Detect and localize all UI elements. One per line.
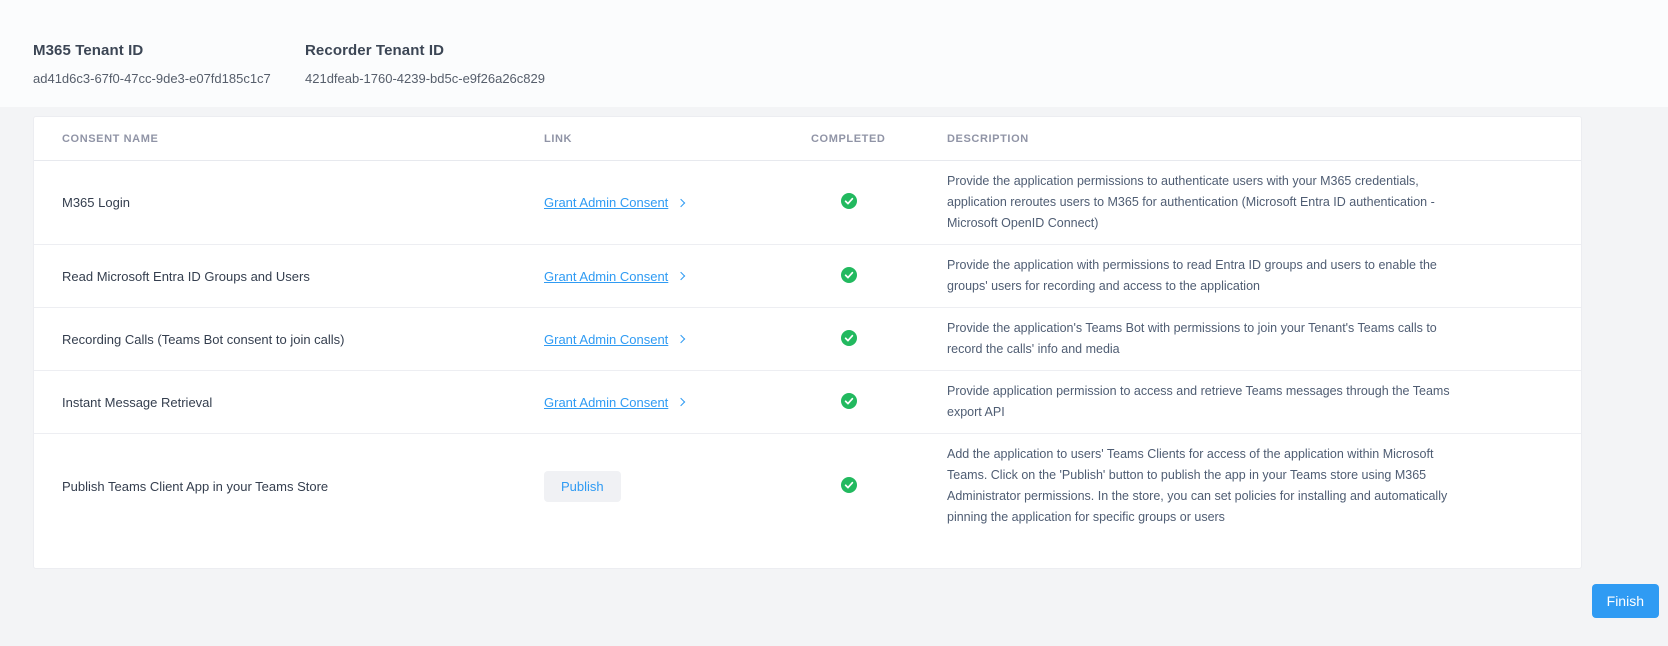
footer-actions: Finish: [0, 584, 1659, 618]
grant-admin-consent-link[interactable]: Grant Admin Consent: [544, 195, 684, 210]
completed-cell: [811, 371, 947, 434]
completed-check-icon: [841, 477, 857, 493]
consent-name: Instant Message Retrieval: [34, 371, 544, 434]
grant-admin-consent-link-label: Grant Admin Consent: [544, 195, 668, 210]
m365-tenant-id-label: M365 Tenant ID: [33, 42, 275, 59]
link-cell: Grant Admin Consent: [544, 371, 811, 434]
consents-card: CONSENT NAME LINK COMPLETED DESCRIPTION …: [33, 116, 1582, 569]
consent-name: M365 Login: [34, 161, 544, 245]
consent-name: Publish Teams Client App in your Teams S…: [34, 434, 544, 539]
consent-description: Provide application permission to access…: [947, 371, 1581, 434]
column-header-description: DESCRIPTION: [947, 117, 1581, 161]
chevron-right-icon: [677, 272, 685, 280]
table-row-publish-teams-app: Publish Teams Client App in your Teams S…: [34, 434, 1581, 539]
chevron-right-icon: [677, 198, 685, 206]
column-header-consent-name: CONSENT NAME: [34, 117, 544, 161]
grant-admin-consent-link[interactable]: Grant Admin Consent: [544, 332, 684, 347]
table-header-row: CONSENT NAME LINK COMPLETED DESCRIPTION: [34, 117, 1581, 161]
recorder-tenant-block: Recorder Tenant ID 421dfeab-1760-4239-bd…: [305, 42, 577, 107]
m365-tenant-block: M365 Tenant ID ad41d6c3-67f0-47cc-9de3-e…: [33, 42, 305, 107]
completed-cell: [811, 161, 947, 245]
table-row-m365-login: M365 Login Grant Admin Consent Provide t…: [34, 161, 1581, 245]
m365-tenant-id-value: ad41d6c3-67f0-47cc-9de3-e07fd185c1c7: [33, 71, 275, 86]
tenant-info-section: M365 Tenant ID ad41d6c3-67f0-47cc-9de3-e…: [0, 0, 1668, 107]
page: { "tenants": [ { "label": "M365 Tenant I…: [0, 0, 1668, 646]
consent-description: Provide the application with permissions…: [947, 245, 1581, 308]
completed-cell: [811, 245, 947, 308]
grant-admin-consent-link-label: Grant Admin Consent: [544, 269, 668, 284]
recorder-tenant-id-value: 421dfeab-1760-4239-bd5c-e9f26a26c829: [305, 71, 547, 86]
table-row-recording-calls: Recording Calls (Teams Bot consent to jo…: [34, 308, 1581, 371]
finish-button[interactable]: Finish: [1592, 584, 1659, 618]
link-cell: Grant Admin Consent: [544, 245, 811, 308]
consent-description: Provide the application's Teams Bot with…: [947, 308, 1581, 371]
grant-admin-consent-link[interactable]: Grant Admin Consent: [544, 269, 684, 284]
link-cell: Publish: [544, 434, 811, 539]
column-header-link: LINK: [544, 117, 811, 161]
grant-admin-consent-link-label: Grant Admin Consent: [544, 395, 668, 410]
completed-cell: [811, 434, 947, 539]
completed-check-icon: [841, 267, 857, 283]
table-row-read-entra-groups: Read Microsoft Entra ID Groups and Users…: [34, 245, 1581, 308]
publish-button[interactable]: Publish: [544, 471, 621, 502]
column-header-completed: COMPLETED: [811, 117, 947, 161]
chevron-right-icon: [677, 398, 685, 406]
completed-check-icon: [841, 193, 857, 209]
completed-check-icon: [841, 393, 857, 409]
recorder-tenant-id-label: Recorder Tenant ID: [305, 42, 547, 59]
grant-admin-consent-link-label: Grant Admin Consent: [544, 332, 668, 347]
completed-cell: [811, 308, 947, 371]
consent-description: Add the application to users' Teams Clie…: [947, 434, 1581, 539]
chevron-right-icon: [677, 335, 685, 343]
link-cell: Grant Admin Consent: [544, 161, 811, 245]
consents-table: CONSENT NAME LINK COMPLETED DESCRIPTION …: [34, 117, 1581, 538]
consent-description: Provide the application permissions to a…: [947, 161, 1581, 245]
link-cell: Grant Admin Consent: [544, 308, 811, 371]
table-row-instant-message-retrieval: Instant Message Retrieval Grant Admin Co…: [34, 371, 1581, 434]
consent-name: Read Microsoft Entra ID Groups and Users: [34, 245, 544, 308]
completed-check-icon: [841, 330, 857, 346]
consent-name: Recording Calls (Teams Bot consent to jo…: [34, 308, 544, 371]
grant-admin-consent-link[interactable]: Grant Admin Consent: [544, 395, 684, 410]
